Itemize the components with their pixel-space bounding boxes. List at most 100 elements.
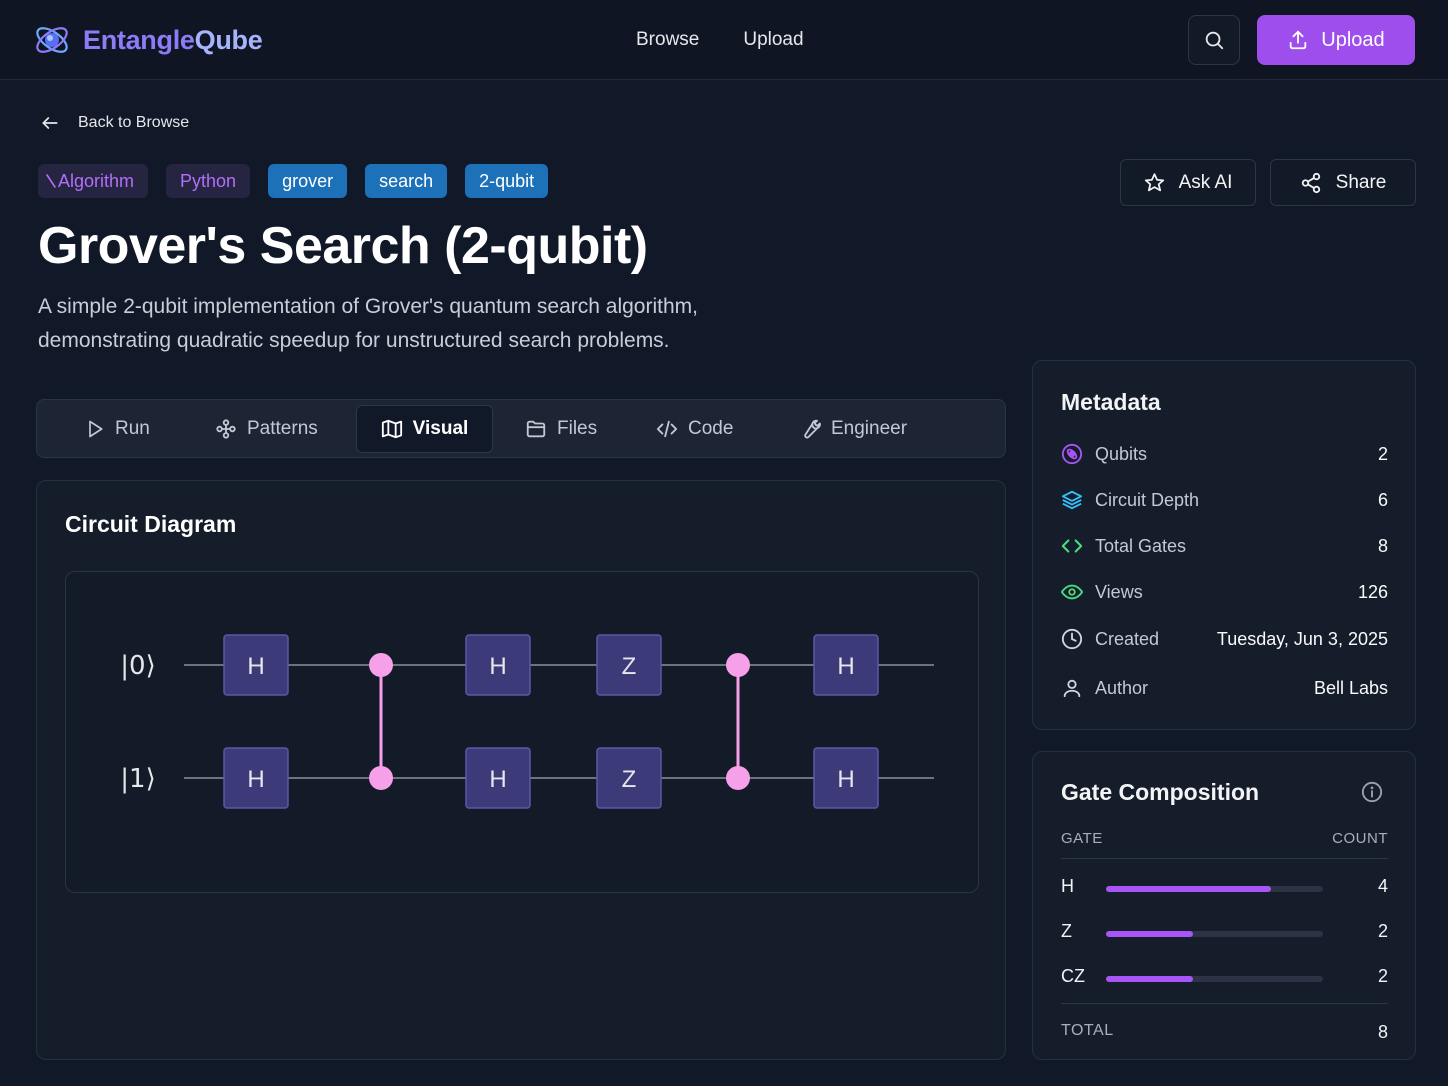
tab-label: Visual xyxy=(412,418,469,439)
tab-engineer[interactable]: Engineer xyxy=(799,405,907,453)
star-icon xyxy=(1144,173,1164,192)
meta-row-total-gates: Total Gates 8 xyxy=(1061,531,1388,561)
gate-row-h: H 4 xyxy=(1061,876,1388,902)
nav-browse-link[interactable]: Browse xyxy=(636,29,699,51)
info-icon[interactable] xyxy=(1361,781,1383,803)
meta-value: 126 xyxy=(1357,581,1388,602)
tag-search[interactable]: search xyxy=(365,164,448,198)
gate-row-cz: CZ 2 xyxy=(1061,966,1388,992)
metadata-title: Metadata xyxy=(1061,389,1161,415)
map-icon xyxy=(381,419,402,439)
back-link-label: Back to Browse xyxy=(78,114,190,131)
nav-links: Browse Upload xyxy=(636,29,804,51)
total-value: 8 xyxy=(1377,1022,1388,1042)
gate-label: H xyxy=(837,766,854,793)
meta-value: 2 xyxy=(1377,443,1388,464)
tag-label: search xyxy=(379,170,434,191)
share-icon xyxy=(1301,172,1320,193)
tag-2-qubit[interactable]: 2-qubit xyxy=(465,164,549,198)
qubit-label: |0⟩ xyxy=(120,651,155,681)
meta-value: Tuesday, Jun 3, 2025 xyxy=(1216,628,1388,649)
gate-bar-fill xyxy=(1106,931,1193,937)
meta-row-created: Created Tuesday, Jun 3, 2025 xyxy=(1061,624,1388,654)
code-brackets-icon xyxy=(1061,535,1083,557)
gate-count: 4 xyxy=(1377,876,1388,896)
tab-label: Patterns xyxy=(247,418,318,439)
meta-row-views: Views 126 xyxy=(1061,577,1388,607)
circuit-canvas: |0⟩ |1⟩ H H H H Z Z H H xyxy=(65,571,979,893)
tab-label: Files xyxy=(557,418,598,439)
upload-button[interactable]: Upload xyxy=(1257,15,1415,65)
gate-label: H xyxy=(489,653,506,680)
gate-label: H xyxy=(489,766,506,793)
count-column-header: COUNT xyxy=(1332,830,1388,847)
nav-upload-link[interactable]: Upload xyxy=(743,29,803,51)
tag-label: Python xyxy=(180,170,237,191)
ask-ai-button[interactable]: Ask AI xyxy=(1120,159,1256,206)
tab-run[interactable]: Run xyxy=(85,405,150,453)
meta-label: Total Gates xyxy=(1095,535,1187,556)
gate-total-row: TOTAL 8 xyxy=(1061,1022,1388,1043)
meta-value: 8 xyxy=(1377,535,1388,556)
tag-label: grover xyxy=(282,170,334,191)
qubit-label: |1⟩ xyxy=(120,764,155,794)
gate-label: Z xyxy=(622,766,637,793)
share-label: Share xyxy=(1335,171,1387,193)
share-button[interactable]: Share xyxy=(1270,159,1416,206)
top-navbar: EntangleQube Browse Upload Upload xyxy=(0,0,1448,80)
meta-row-author: Author Bell Labs xyxy=(1061,673,1388,703)
patterns-icon xyxy=(216,419,236,439)
meta-label: Circuit Depth xyxy=(1095,489,1200,510)
gate-label: Z xyxy=(622,653,637,680)
atom-icon xyxy=(1061,443,1083,465)
gate-name: H xyxy=(1061,876,1074,896)
cz-control-dot xyxy=(726,766,750,790)
meta-label: Views xyxy=(1095,581,1143,602)
tab-label: Engineer xyxy=(831,418,908,439)
logo-mark-icon xyxy=(36,27,68,53)
gate-table-header: GATE COUNT xyxy=(1061,830,1388,847)
meta-row-qubits: Qubits 2 xyxy=(1061,439,1388,469)
brand-logo[interactable]: EntangleQube xyxy=(33,22,263,58)
layers-icon xyxy=(1061,489,1083,511)
gate-column-header: GATE xyxy=(1061,830,1103,847)
search-button[interactable] xyxy=(1188,15,1240,65)
cz-control-dot xyxy=(369,653,393,677)
wand-icon xyxy=(46,174,56,188)
gate-bar-track xyxy=(1106,931,1323,937)
circuit-diagram-card: Circuit Diagram |0⟩ |1⟩ H H H H Z Z H H xyxy=(36,480,1006,1060)
upload-button-label: Upload xyxy=(1321,28,1385,51)
eye-icon xyxy=(1061,581,1083,603)
metadata-card: Metadata Qubits 2 Circuit Depth 6 Total … xyxy=(1032,360,1416,730)
tab-label: Run xyxy=(115,418,150,439)
cz-control-dot xyxy=(726,653,750,677)
arrow-left-icon xyxy=(42,117,58,129)
gate-bar-track xyxy=(1106,976,1323,982)
circuit-svg: |0⟩ |1⟩ H H H H Z Z H H xyxy=(120,634,934,809)
upload-icon xyxy=(1290,30,1307,50)
tag-algorithm[interactable]: Algorithm xyxy=(38,164,149,198)
gate-bar-fill xyxy=(1106,886,1271,892)
circuit-diagram-title: Circuit Diagram xyxy=(65,511,237,537)
tab-patterns[interactable]: Patterns xyxy=(215,405,318,453)
gate-bar-fill xyxy=(1106,976,1193,982)
user-icon xyxy=(1061,677,1083,699)
tab-code[interactable]: Code xyxy=(656,405,733,453)
cz-control-dot xyxy=(369,766,393,790)
gate-bar-track xyxy=(1106,886,1323,892)
ask-ai-label: Ask AI xyxy=(1178,171,1233,193)
tab-files[interactable]: Files xyxy=(525,405,597,453)
meta-label: Created xyxy=(1095,628,1160,649)
tag-python[interactable]: Python xyxy=(166,164,251,198)
divider xyxy=(1061,1003,1388,1004)
meta-value: Bell Labs xyxy=(1313,677,1388,698)
tab-label: Code xyxy=(688,418,734,439)
tag-grover[interactable]: grover xyxy=(268,164,348,198)
tab-visual[interactable]: Visual xyxy=(356,405,493,453)
brand-name: EntangleQube xyxy=(83,24,263,55)
total-label: TOTAL xyxy=(1061,1022,1114,1039)
gate-composition-title: Gate Composition xyxy=(1061,779,1260,805)
back-to-browse-link[interactable]: Back to Browse xyxy=(40,113,189,133)
meta-row-circuit-depth: Circuit Depth 6 xyxy=(1061,485,1388,515)
wrench-icon xyxy=(804,419,821,439)
